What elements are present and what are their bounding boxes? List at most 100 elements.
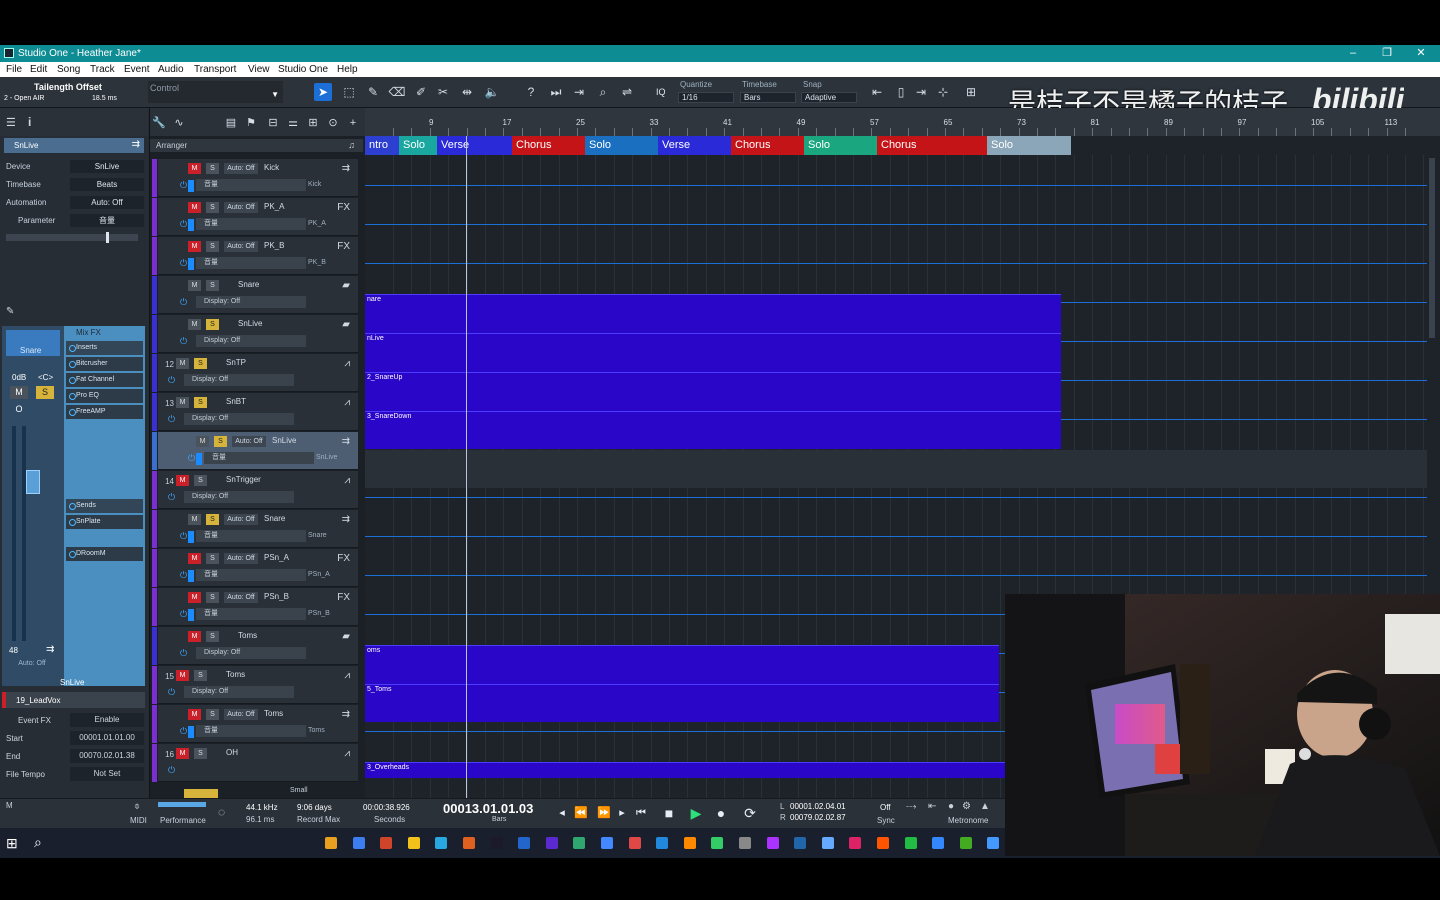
- close-button[interactable]: ✕: [1410, 46, 1432, 60]
- power-icon[interactable]: ⏻: [180, 531, 187, 542]
- vertical-scrollbar[interactable]: [1429, 158, 1435, 338]
- track-header[interactable]: M S Auto: Off Kick ⏻ 音量 Kick ⇉: [152, 159, 358, 197]
- track-header[interactable]: 16 M S OH ⏻ ⩘: [152, 744, 358, 782]
- track-header[interactable]: M S Auto: Off SnLive ⏻ 音量 SnLive ⇉: [152, 432, 358, 470]
- power-icon[interactable]: ⏻: [168, 492, 175, 503]
- help-icon[interactable]: ?: [522, 83, 540, 101]
- stop-icon[interactable]: ■: [661, 805, 677, 821]
- slider-handle[interactable]: [106, 232, 109, 243]
- solo-button[interactable]: S: [194, 397, 207, 408]
- mute-button[interactable]: M: [188, 280, 201, 291]
- track-header[interactable]: 15 M S Toms ⏻ Display: Off ⩘: [152, 666, 358, 704]
- menu-event[interactable]: Event: [124, 64, 150, 75]
- automation-mode[interactable]: Auto: Off: [224, 592, 258, 603]
- display-dropdown[interactable]: Display: Off: [184, 686, 294, 698]
- device-field[interactable]: SnLive: [70, 160, 144, 173]
- search-icon[interactable]: ⌕: [34, 834, 42, 851]
- metronome-settings-icon[interactable]: ⚙: [962, 801, 971, 812]
- arrow-tool-icon[interactable]: ➤: [314, 83, 332, 101]
- file-tempo-field[interactable]: Not Set: [70, 767, 144, 781]
- display-dropdown[interactable]: 音量: [196, 179, 306, 191]
- solo-button[interactable]: S: [206, 241, 219, 252]
- sends-header[interactable]: Sends: [66, 499, 143, 513]
- track-header[interactable]: M S SnLive ⏻ Display: Off ▰: [152, 315, 358, 353]
- event-track-header[interactable]: 19_LeadVox: [2, 692, 145, 708]
- power-icon[interactable]: ⏻: [188, 453, 195, 464]
- mute-button[interactable]: M: [176, 670, 189, 681]
- solo-button[interactable]: S: [194, 475, 207, 486]
- display-dropdown[interactable]: 音量: [196, 530, 306, 542]
- power-icon[interactable]: ⏻: [180, 726, 187, 737]
- insert-fat-channel[interactable]: Fat Channel: [66, 373, 143, 387]
- automation-mode[interactable]: Auto: Off: [224, 202, 258, 213]
- playhead[interactable]: [466, 136, 467, 798]
- taskbar-app-icon[interactable]: [766, 837, 779, 849]
- play-icon[interactable]: ▶: [688, 805, 704, 821]
- power-icon[interactable]: ⏻: [168, 687, 175, 698]
- taskbar-app-icon[interactable]: [545, 837, 558, 849]
- power-icon[interactable]: ⏻: [180, 336, 187, 347]
- taskbar-app-icon[interactable]: [325, 837, 337, 849]
- track-name[interactable]: SnTrigger: [226, 475, 261, 484]
- track-header[interactable]: M S Auto: Off Snare ⏻ 音量 Snare ⇉: [152, 510, 358, 548]
- taskbar-app-icon[interactable]: [628, 837, 641, 849]
- mixfx-label[interactable]: Mix FX: [76, 328, 101, 337]
- audio-clip[interactable]: nare: [365, 294, 1061, 333]
- add-track-icon[interactable]: +: [346, 116, 360, 130]
- track-list-icon[interactable]: ▤: [224, 116, 238, 130]
- display-dropdown[interactable]: 音量: [196, 725, 306, 737]
- track-name[interactable]: PK_B: [264, 241, 284, 250]
- taskbar-app-icon[interactable]: [711, 837, 724, 849]
- strip-mute-button[interactable]: M: [10, 386, 28, 399]
- enable-button[interactable]: Enable: [70, 713, 144, 727]
- loop-forward-icon[interactable]: ⇥: [570, 83, 588, 101]
- audio-clip[interactable]: 5_Toms: [365, 684, 999, 722]
- taskbar-app-icon[interactable]: [407, 837, 420, 849]
- loop-end-field[interactable]: 00079.02.02.87: [790, 813, 846, 822]
- eraser-tool-icon[interactable]: ⌫: [388, 83, 406, 101]
- gain-value[interactable]: 0dB: [12, 373, 26, 382]
- range-tool-icon[interactable]: ⬚: [340, 83, 358, 101]
- strip-name-box[interactable]: Snare: [6, 330, 60, 356]
- taskbar-app-icon[interactable]: [463, 837, 475, 849]
- mute-button[interactable]: M: [188, 514, 201, 525]
- rewind-icon[interactable]: ⏪: [573, 805, 589, 821]
- track-name[interactable]: Kick: [264, 163, 279, 172]
- display-dropdown[interactable]: Display: Off: [184, 374, 294, 386]
- power-icon[interactable]: ⏻: [180, 609, 187, 620]
- solo-button[interactable]: S: [206, 592, 219, 603]
- track-name[interactable]: Toms: [264, 709, 283, 718]
- taskbar-app-icon[interactable]: [987, 837, 1000, 849]
- track-name[interactable]: Toms: [226, 670, 245, 679]
- strip-solo-button[interactable]: S: [36, 386, 54, 399]
- automation-mode[interactable]: Auto: Off: [224, 553, 258, 564]
- taskbar-app-icon[interactable]: [573, 837, 586, 849]
- start-field[interactable]: 00001.01.01.00: [70, 731, 144, 745]
- size-dropdown[interactable]: Small: [290, 787, 308, 794]
- menu-song[interactable]: Song: [57, 64, 80, 75]
- power-icon[interactable]: ⏻: [168, 765, 175, 776]
- automation-mode[interactable]: Auto: Off: [224, 709, 258, 720]
- mute-button[interactable]: M: [188, 202, 201, 213]
- clock-icon[interactable]: ⊙: [326, 116, 340, 130]
- position-display[interactable]: 00013.01.01.03: [443, 801, 533, 816]
- timebase-dropdown[interactable]: Bars: [740, 92, 796, 103]
- solo-button[interactable]: S: [206, 631, 219, 642]
- loop-start-field[interactable]: 00001.02.04.01: [790, 802, 846, 811]
- iq-button[interactable]: IQ: [656, 87, 666, 97]
- track-name[interactable]: SnLive: [272, 436, 296, 445]
- track-name[interactable]: PSn_A: [264, 553, 289, 562]
- nudge-icon[interactable]: ▯: [892, 83, 910, 101]
- menu-help[interactable]: Help: [337, 64, 358, 75]
- mute-button[interactable]: M: [188, 592, 201, 603]
- display-dropdown[interactable]: Display: Off: [196, 335, 306, 347]
- audio-clip[interactable]: 3_Overheads: [365, 762, 1005, 778]
- taskbar-app-icon[interactable]: [656, 837, 669, 849]
- track-header[interactable]: M S Auto: Off PSn_A ⏻ 音量 PSn_A FX: [152, 549, 358, 587]
- solo-button[interactable]: S: [194, 358, 207, 369]
- nudge-left-icon[interactable]: ⇤: [868, 83, 886, 101]
- track-header[interactable]: 14 M S SnTrigger ⏻ Display: Off ⩘: [152, 471, 358, 509]
- minimize-button[interactable]: –: [1342, 46, 1364, 60]
- menu-view[interactable]: View: [248, 64, 270, 75]
- control-dropdown[interactable]: Control ▼: [148, 81, 283, 103]
